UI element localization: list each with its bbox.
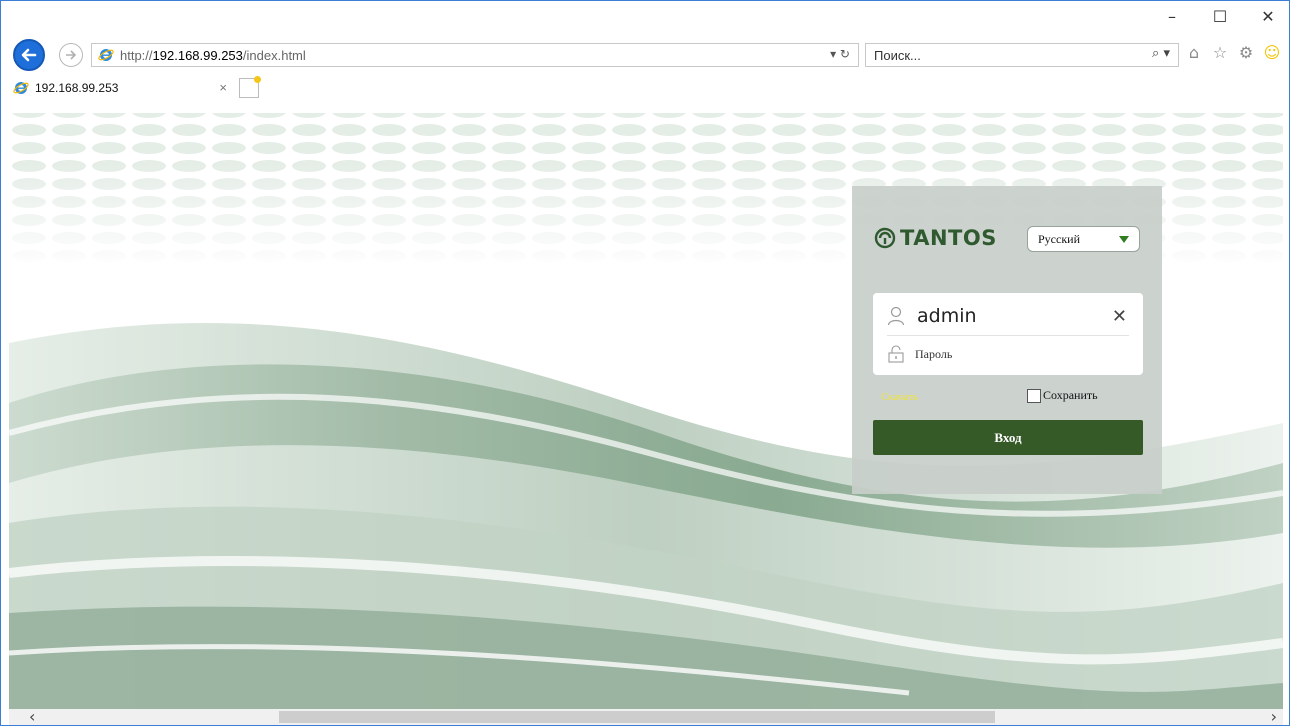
language-select[interactable]: Русский bbox=[1027, 226, 1140, 252]
tab-title: 192.168.99.253 bbox=[35, 81, 119, 95]
page-viewport: TANTOS Русский ✕ bbox=[9, 103, 1283, 711]
url-domain: 192.168.99.253 bbox=[152, 47, 243, 63]
address-refresh-icon[interactable]: ▾ ↻ bbox=[830, 47, 850, 61]
forward-button[interactable] bbox=[59, 43, 83, 67]
favorites-icon[interactable]: ☆ bbox=[1211, 43, 1229, 62]
login-button[interactable]: Вход bbox=[873, 420, 1143, 455]
url-path: /index.html bbox=[242, 47, 306, 63]
new-tab-button[interactable] bbox=[239, 76, 261, 98]
search-bar[interactable]: ⌕ ▾ bbox=[865, 43, 1179, 67]
address-url[interactable]: http://192.168.99.253/index.html bbox=[120, 48, 306, 63]
navigation-bar: http://192.168.99.253/index.html ▾ ↻ ⌕ ▾… bbox=[9, 39, 1281, 73]
password-row bbox=[887, 338, 1129, 370]
home-icon[interactable]: ⌂ bbox=[1185, 43, 1203, 62]
remember-checkbox[interactable]: Сохранить bbox=[1027, 388, 1098, 403]
tab-close-icon[interactable]: × bbox=[219, 80, 227, 95]
lock-icon bbox=[888, 345, 904, 363]
ie-icon bbox=[13, 82, 29, 94]
back-button[interactable] bbox=[13, 39, 45, 71]
scroll-left-icon[interactable]: ‹ bbox=[29, 707, 35, 725]
user-icon bbox=[887, 306, 905, 325]
remember-label: Сохранить bbox=[1043, 388, 1098, 402]
clear-username-icon[interactable]: ✕ bbox=[1112, 306, 1127, 327]
search-icon[interactable]: ⌕ ▾ bbox=[1152, 46, 1170, 61]
browser-window: – ☐ ✕ http://192.168.99.253/index.html ▾… bbox=[0, 0, 1290, 726]
credentials-box: ✕ bbox=[873, 293, 1143, 375]
settings-icon[interactable]: ⚙ bbox=[1237, 43, 1255, 62]
back-arrow-icon bbox=[21, 48, 37, 62]
maximize-button[interactable]: ☐ bbox=[1209, 7, 1231, 26]
remember-checkbox-box[interactable] bbox=[1027, 388, 1041, 403]
ie-icon bbox=[98, 49, 114, 61]
tab-bar: 192.168.99.253 × bbox=[9, 75, 261, 101]
password-input[interactable] bbox=[915, 346, 1115, 362]
browser-toolbar: ⌂ ☆ ⚙ ☺ bbox=[1185, 43, 1281, 62]
minimize-button[interactable]: – bbox=[1161, 7, 1183, 26]
download-link[interactable]: Скачать bbox=[881, 391, 918, 403]
scroll-right-icon[interactable]: › bbox=[1271, 707, 1277, 725]
address-bar[interactable]: http://192.168.99.253/index.html ▾ ↻ bbox=[91, 43, 859, 67]
horizontal-scrollbar[interactable]: ‹ › bbox=[9, 707, 1283, 725]
username-input[interactable] bbox=[917, 304, 1077, 327]
feedback-smiley-icon[interactable]: ☺ bbox=[1263, 43, 1281, 62]
forward-arrow-icon bbox=[66, 50, 77, 60]
tantos-logo: TANTOS bbox=[874, 226, 997, 250]
scrollbar-thumb[interactable] bbox=[279, 711, 995, 723]
search-input[interactable] bbox=[866, 47, 1116, 63]
close-window-button[interactable]: ✕ bbox=[1257, 7, 1279, 26]
language-value: Русский bbox=[1038, 231, 1080, 246]
window-controls: – ☐ ✕ bbox=[1161, 7, 1279, 26]
logo-text: TANTOS bbox=[900, 226, 997, 250]
tab-active[interactable]: 192.168.99.253 × bbox=[9, 75, 233, 101]
tantos-logo-icon bbox=[874, 227, 896, 249]
username-row: ✕ bbox=[887, 296, 1129, 336]
login-panel: TANTOS Русский ✕ bbox=[852, 186, 1162, 494]
url-scheme: http:// bbox=[120, 47, 153, 63]
chevron-down-icon bbox=[1119, 236, 1129, 243]
